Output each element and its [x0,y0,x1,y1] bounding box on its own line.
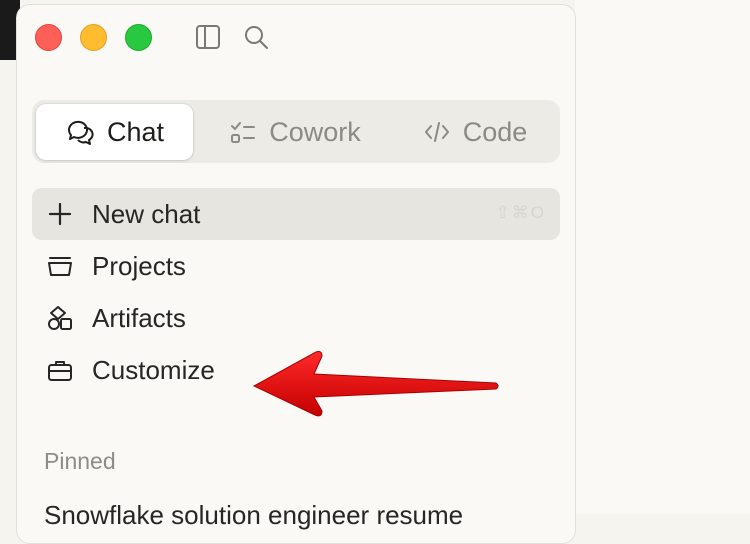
customize-label: Customize [92,354,215,385]
pinned-chat-item[interactable]: Snowflake solution engineer resume [44,500,564,531]
tab-cowork-label: Cowork [269,116,361,147]
maximize-window-button[interactable] [125,24,152,51]
new-chat-shortcut: ⇧⌘O [495,203,546,222]
shapes-icon [46,304,74,332]
tab-chat[interactable]: Chat [36,104,193,160]
tab-cowork[interactable]: Cowork [210,104,380,160]
chat-bubbles-icon [65,117,95,147]
red-annotation-arrow-icon [252,351,499,417]
artifacts-label: Artifacts [92,302,186,333]
new-chat-label: New chat [92,198,201,229]
briefcase-icon [46,356,74,384]
folder-stack-icon [46,252,74,280]
tab-chat-label: Chat [106,116,165,147]
minimize-window-button[interactable] [80,24,107,51]
pinned-section-title: Pinned [44,448,116,474]
sidebar-item-artifacts[interactable]: Artifacts [32,292,560,344]
close-window-button[interactable] [35,24,62,51]
main-content-pane [575,0,750,514]
projects-label: Projects [92,250,186,281]
tab-code[interactable]: Code [405,104,545,160]
sidebar-item-projects[interactable]: Projects [32,240,560,292]
checklist-icon [229,118,257,146]
sidebar-toggle-icon[interactable] [194,23,222,51]
tab-code-label: Code [462,116,528,147]
code-brackets-icon [423,118,451,146]
plus-icon [46,200,74,228]
new-chat-button[interactable]: New chat ⇧⌘O [32,188,560,240]
search-icon[interactable] [242,23,270,51]
